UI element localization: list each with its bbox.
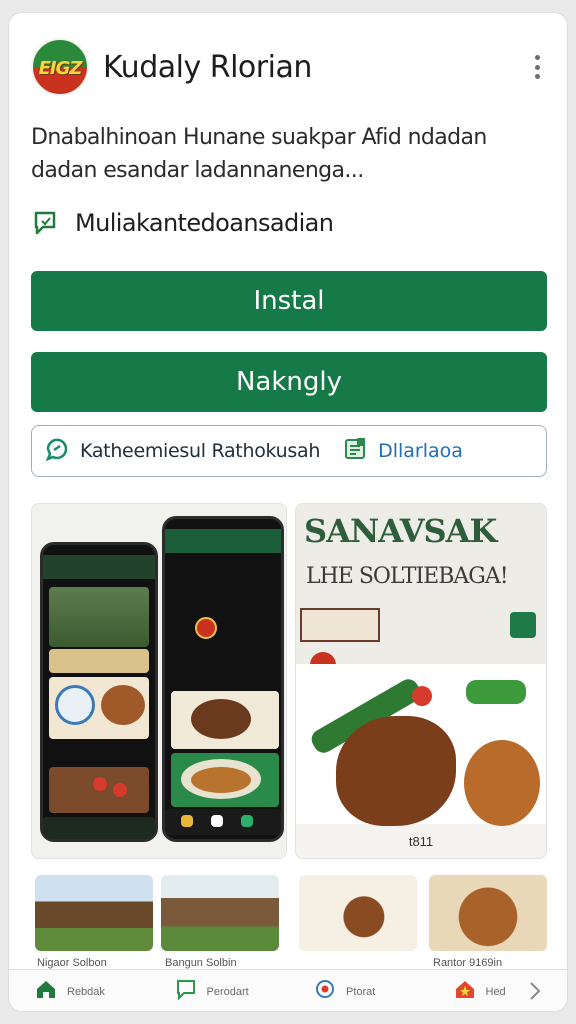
thumbnail-caption: Bangun Solbin <box>165 957 237 969</box>
target-icon <box>314 978 336 1005</box>
feature-row: Muliakantedoansadian <box>31 209 334 237</box>
chevron-right-icon[interactable] <box>523 980 545 1002</box>
nav-label: Hed <box>485 985 506 998</box>
info-bar[interactable]: Katheemiesul Rathokusah Dllarlaoa <box>31 425 547 477</box>
feature-label: Muliakantedoansadian <box>75 209 334 237</box>
app-logo: EIGZ <box>31 38 89 96</box>
thumbnail-house[interactable] <box>35 875 153 951</box>
thumbnail-fried[interactable] <box>429 875 547 951</box>
nav-item-chat[interactable]: Perodart <box>175 978 289 1005</box>
chat-icon <box>175 978 197 1005</box>
thumbnail-dish[interactable] <box>299 875 417 951</box>
thumbnail-caption: Rantor 9169in <box>433 957 503 969</box>
link-chat-icon <box>44 436 70 467</box>
poster-subtitle: LHE SOLTIEBAGA! <box>306 564 509 589</box>
screenshot-poster[interactable]: SANAVSAK LHE SOLTIEBAGA! t811 <box>295 503 547 859</box>
secondary-button[interactable]: Nakngly <box>31 352 547 412</box>
document-icon <box>342 436 368 467</box>
nav-label: Ptorat <box>346 985 376 998</box>
poster-label: t811 <box>408 834 434 849</box>
bottom-nav: Rebdak Perodart Ptorat Hed <box>9 969 568 1011</box>
home-icon <box>35 978 57 1005</box>
phone-mockup <box>162 516 284 842</box>
logo-text: EIGZ <box>38 58 83 79</box>
info-left-text[interactable]: Katheemiesul Rathokusah <box>80 440 320 462</box>
nav-label: Perodart <box>206 985 249 998</box>
install-button[interactable]: Instal <box>31 271 547 331</box>
more-options-icon[interactable] <box>527 47 547 87</box>
nav-label: Rebdak <box>67 985 105 998</box>
thumbnail-caption: Nigaor Solbon <box>37 957 107 969</box>
nav-item-target[interactable]: Ptorat <box>314 978 428 1005</box>
nav-item-saved[interactable]: Hed <box>454 978 568 1005</box>
poster-title: SANAVSAK <box>304 512 497 550</box>
info-right-text[interactable]: Dllarlaoa <box>378 440 463 462</box>
thumbnail-village[interactable] <box>161 875 279 951</box>
app-card: EIGZ Kudaly Rlorian Dnabalhinoan Hunane … <box>8 12 568 1012</box>
phone-mockup <box>40 542 158 842</box>
house-star-icon <box>454 978 476 1005</box>
app-header: EIGZ Kudaly Rlorian <box>31 35 553 99</box>
nav-item-home[interactable]: Rebdak <box>35 978 149 1005</box>
screenshot-phones[interactable] <box>31 503 287 859</box>
app-title: Kudaly Rlorian <box>103 49 312 85</box>
chat-square-icon <box>31 209 59 237</box>
app-description: Dnabalhinoan Hunane suakpar Afid ndadan … <box>31 125 487 183</box>
